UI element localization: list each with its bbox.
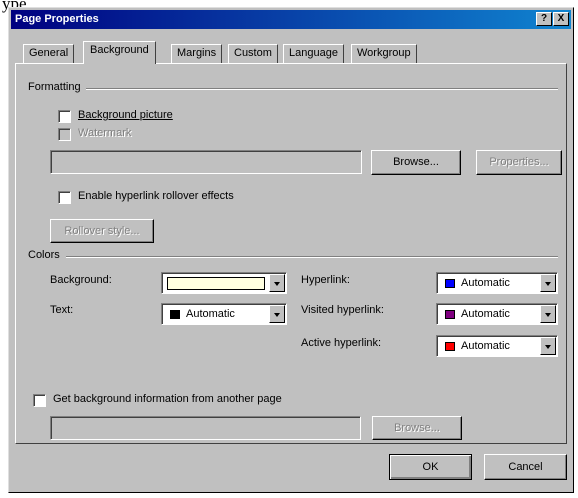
background-picture-label[interactable]: Background picture (78, 109, 173, 121)
tab-margins[interactable]: Margins (171, 44, 223, 63)
ok-button[interactable]: OK (389, 454, 472, 480)
tab-background[interactable]: Background (83, 41, 156, 64)
visited-hyperlink-color-label: Visited hyperlink: (301, 304, 384, 316)
get-background-path-field[interactable] (50, 416, 361, 440)
rollover-effects-label[interactable]: Enable hyperlink rollover effects (78, 190, 234, 202)
cancel-button[interactable]: Cancel (484, 454, 567, 480)
watermark-label: Watermark (78, 127, 132, 139)
hyperlink-color-swatch (445, 279, 455, 288)
text-color-label: Text: (50, 304, 74, 316)
rollover-style-button[interactable]: Rollover style... (50, 219, 154, 243)
active-hyperlink-color-label: Active hyperlink: (301, 337, 382, 349)
browse-button[interactable]: Browse... (371, 150, 461, 175)
tab-language[interactable]: Language (283, 44, 344, 63)
dialog-title: Page Properties (15, 13, 99, 25)
colors-divider (66, 256, 558, 258)
formatting-group-label: Formatting (28, 81, 81, 93)
background-tab-panel: Formatting Background picture Watermark … (15, 63, 567, 444)
hyperlink-color-label: Hyperlink: (301, 274, 350, 286)
chevron-down-icon[interactable] (540, 274, 556, 292)
rollover-effects-checkbox[interactable] (58, 191, 71, 204)
close-button[interactable]: X (553, 12, 569, 26)
tab-general[interactable]: General (23, 44, 75, 63)
title-bar[interactable]: Page Properties ? X (11, 10, 571, 29)
active-hyperlink-color-dropdown[interactable]: Automatic (436, 335, 558, 357)
active-hyperlink-color-value: Automatic (461, 340, 510, 352)
text-color-swatch (170, 310, 180, 319)
chevron-down-icon[interactable] (269, 305, 285, 323)
tab-custom[interactable]: Custom (228, 44, 278, 63)
background-picture-path-field[interactable] (50, 150, 362, 174)
active-hyperlink-color-swatch (445, 342, 455, 351)
watermark-checkbox[interactable] (58, 128, 71, 141)
background-color-dropdown[interactable] (161, 272, 287, 294)
visited-hyperlink-color-value: Automatic (461, 308, 510, 320)
text-color-value: Automatic (186, 308, 235, 320)
get-background-label[interactable]: Get background information from another … (53, 393, 282, 405)
hyperlink-color-dropdown[interactable]: Automatic (436, 272, 558, 294)
get-background-checkbox[interactable] (33, 394, 46, 407)
visited-hyperlink-color-dropdown[interactable]: Automatic (436, 303, 558, 325)
colors-group-label: Colors (28, 249, 60, 261)
chevron-down-icon[interactable] (540, 305, 556, 323)
page-properties-dialog: Page Properties ? X General Background M… (8, 7, 574, 493)
help-button[interactable]: ? (536, 12, 552, 26)
background-picture-checkbox[interactable] (58, 110, 71, 123)
get-background-browse-button[interactable]: Browse... (372, 416, 462, 440)
properties-button[interactable]: Properties... (476, 150, 562, 175)
text-color-dropdown[interactable]: Automatic (161, 303, 287, 325)
background-color-swatch (167, 277, 265, 290)
visited-hyperlink-color-swatch (445, 310, 455, 319)
chevron-down-icon[interactable] (269, 274, 285, 292)
background-color-label: Background: (50, 274, 112, 286)
hyperlink-color-value: Automatic (461, 277, 510, 289)
chevron-down-icon[interactable] (540, 337, 556, 355)
formatting-divider (86, 88, 558, 90)
tab-workgroup[interactable]: Workgroup (351, 44, 417, 63)
